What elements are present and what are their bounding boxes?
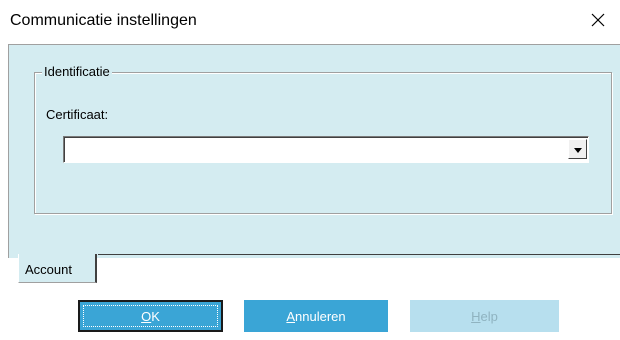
tab-strip-line [98, 254, 620, 255]
chevron-down-icon [573, 140, 582, 158]
tab-account[interactable]: Account [18, 254, 97, 283]
focus-rect [83, 305, 218, 327]
dialog-window: Communicatie instellingen Identificatie … [0, 0, 620, 340]
certificate-label: Certificaat: [46, 107, 109, 122]
help-mnemonic: H [471, 308, 481, 324]
help-button[interactable]: Help [410, 300, 559, 332]
close-button[interactable] [576, 0, 620, 44]
certificate-dropdown[interactable] [63, 136, 589, 163]
title-bar: Communicatie instellingen [0, 0, 620, 44]
cancel-label-rest: nnuleren [295, 308, 346, 324]
group-legend: Identificatie [42, 64, 112, 79]
dropdown-button[interactable] [568, 139, 587, 159]
help-label-rest: elp [480, 308, 498, 324]
tab-strip: Account [8, 254, 620, 288]
cancel-button[interactable]: Annuleren [244, 300, 388, 332]
tab-panel: Identificatie Certificaat: [8, 44, 620, 259]
tab-label: Account [25, 262, 72, 277]
window-title: Communicatie instellingen [10, 12, 197, 29]
cancel-mnemonic: A [286, 308, 296, 324]
close-icon [591, 13, 605, 32]
ok-button[interactable]: OK [78, 300, 223, 332]
